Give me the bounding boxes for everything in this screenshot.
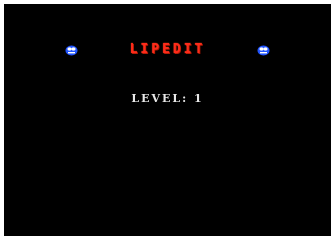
game-screen: LIPEDIT LEVEL: 1: [4, 4, 331, 236]
game-title: LIPEDIT: [129, 42, 206, 57]
blue-ball-mascot-icon: [257, 45, 270, 56]
level-indicator: LEVEL: 1: [131, 92, 204, 105]
